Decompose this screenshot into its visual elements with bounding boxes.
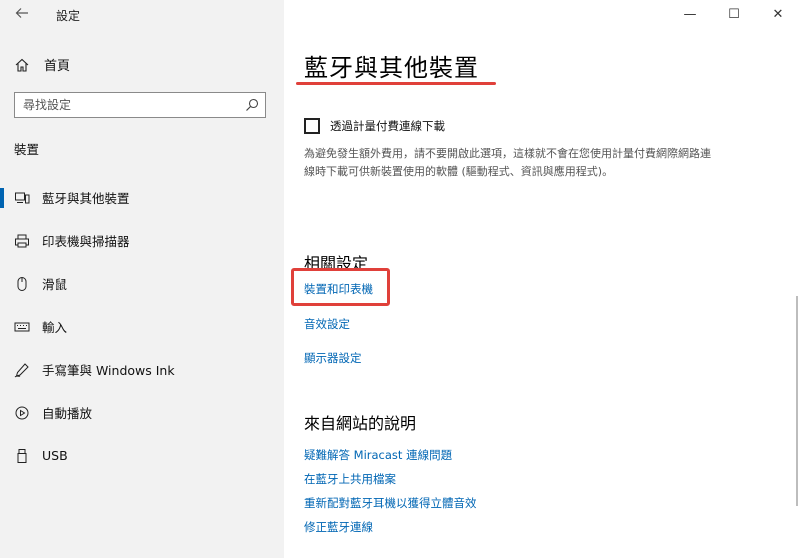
sidebar: 設定 首頁 裝置 藍牙與其他裝置 印表機與掃描器	[0, 0, 284, 558]
keyboard-icon	[14, 319, 30, 335]
sidebar-nav: 藍牙與其他裝置 印表機與掃描器 滑鼠 輸入 手寫筆與 Windows Ink 自…	[0, 176, 284, 477]
scrollbar[interactable]	[796, 296, 798, 506]
metered-download-checkbox[interactable]	[304, 118, 320, 134]
home-label: 首頁	[44, 59, 71, 74]
sidebar-item-typing[interactable]: 輸入	[0, 305, 284, 348]
sidebar-item-usb[interactable]: USB	[0, 434, 284, 477]
sidebar-item-label: 滑鼠	[42, 277, 68, 292]
search-box[interactable]	[14, 92, 266, 118]
sidebar-item-printers[interactable]: 印表機與掃描器	[0, 219, 284, 262]
main-content: — ☐ ✕ 藍牙與其他裝置 透過計量付費連線下載 為避免發生額外費用，請不要開啟…	[284, 0, 800, 558]
mouse-icon	[14, 276, 30, 292]
sidebar-item-label: 藍牙與其他裝置	[42, 191, 130, 206]
search-input[interactable]	[15, 93, 243, 117]
maximize-button[interactable]: ☐	[712, 0, 756, 28]
sound-settings-link[interactable]: 音效設定	[304, 316, 350, 332]
section-label-devices: 裝置	[14, 142, 40, 157]
usb-icon	[14, 448, 30, 464]
sidebar-item-bluetooth[interactable]: 藍牙與其他裝置	[0, 176, 284, 219]
help-link-headset[interactable]: 重新配對藍牙耳機以獲得立體音效	[304, 495, 477, 511]
home-icon	[14, 57, 30, 73]
sidebar-item-autoplay[interactable]: 自動播放	[0, 391, 284, 434]
sidebar-item-pen[interactable]: 手寫筆與 Windows Ink	[0, 348, 284, 391]
sidebar-item-label: 自動播放	[42, 406, 93, 421]
pen-icon	[14, 362, 30, 378]
metered-download-option[interactable]: 透過計量付費連線下載	[304, 118, 445, 134]
annotation-underline	[296, 82, 496, 85]
help-link-miracast[interactable]: 疑難解答 Miracast 連線問題	[304, 447, 452, 463]
search-icon[interactable]	[245, 97, 259, 111]
metered-download-label: 透過計量付費連線下載	[330, 119, 445, 133]
app-title: 設定	[56, 9, 81, 23]
web-help-heading: 來自網站的說明	[304, 414, 417, 433]
help-link-file-sharing[interactable]: 在藍牙上共用檔案	[304, 471, 396, 487]
home-nav-item[interactable]: 首頁	[14, 55, 70, 74]
sidebar-item-label: USB	[42, 448, 68, 463]
window-controls: — ☐ ✕	[668, 0, 800, 28]
printer-icon	[14, 233, 30, 249]
sidebar-item-mouse[interactable]: 滑鼠	[0, 262, 284, 305]
sidebar-item-label: 手寫筆與 Windows Ink	[42, 363, 175, 378]
autoplay-icon	[14, 405, 30, 421]
back-arrow-icon[interactable]	[14, 5, 30, 21]
metered-download-description: 為避免發生額外費用，請不要開啟此選項，這樣就不會在您使用計量付費網際網路連線時下…	[304, 147, 711, 178]
minimize-button[interactable]: —	[668, 0, 712, 28]
sidebar-item-label: 輸入	[42, 320, 68, 335]
sidebar-item-label: 印表機與掃描器	[42, 234, 130, 249]
display-settings-link[interactable]: 顯示器設定	[304, 350, 362, 366]
help-link-fix-bluetooth[interactable]: 修正藍牙連線	[304, 519, 373, 535]
page-title: 藍牙與其他裝置	[304, 54, 479, 82]
close-button[interactable]: ✕	[756, 0, 800, 28]
devices-and-printers-link[interactable]: 裝置和印表機	[304, 281, 373, 297]
bluetooth-devices-icon	[14, 190, 30, 206]
